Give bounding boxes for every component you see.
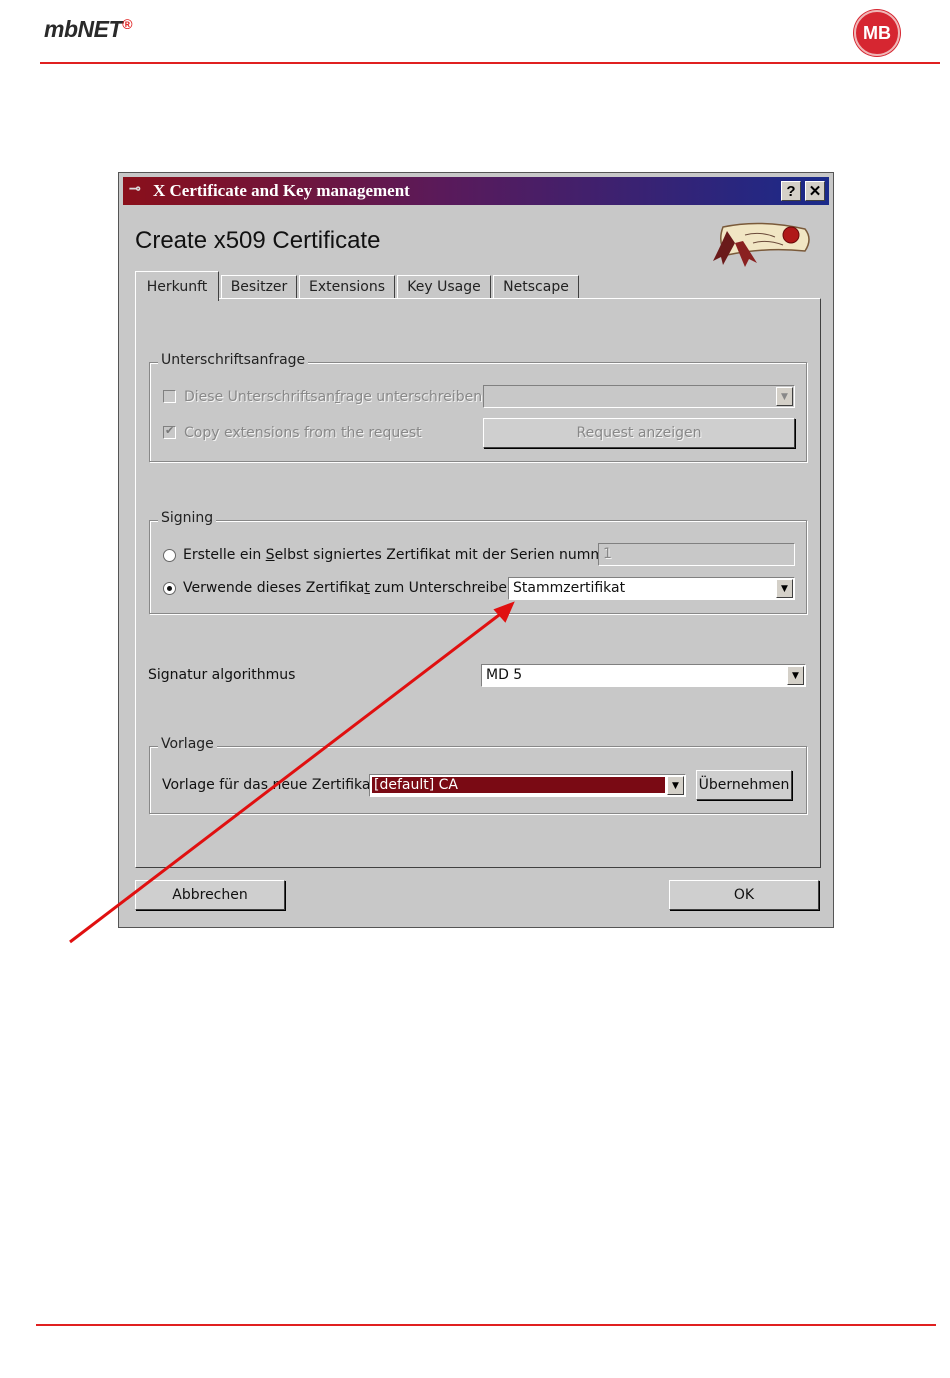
chevron-down-icon[interactable]: ▼	[776, 579, 793, 598]
use-cert-label: Verwende dieses Zertifikat zum Unterschr…	[183, 580, 516, 596]
tab-key-usage[interactable]: Key Usage	[397, 275, 491, 299]
use-cert-label-prefix: Verwende dieses Zertifika	[183, 580, 365, 596]
request-select[interactable]: ▼	[483, 385, 795, 408]
tab-netscape[interactable]: Netscape	[493, 275, 579, 299]
use-cert-radio[interactable]	[163, 582, 176, 595]
dialog-title: X Certificate and Key management	[153, 181, 410, 200]
signing-cert-value: Stammzertifikat	[513, 580, 626, 596]
ok-button[interactable]: OK	[669, 880, 819, 910]
algorithm-select[interactable]: MD 5 ▼	[481, 664, 806, 687]
mb-badge-logo: MB	[854, 10, 900, 56]
dialog-heading: Create x509 Certificate	[135, 227, 381, 254]
certificate-dialog: ⊸ X Certificate and Key management ? ✕ C…	[118, 172, 834, 928]
logo-mark: ®	[122, 16, 132, 32]
request-group-label: Unterschriftsanfrage	[158, 352, 309, 368]
dialog-titlebar[interactable]: ⊸ X Certificate and Key management ? ✕	[123, 177, 829, 205]
tab-extensions[interactable]: Extensions	[299, 275, 395, 299]
serial-number-value: 1	[603, 546, 612, 562]
checkmark-icon: ✔	[165, 424, 175, 437]
footer-rule	[36, 1324, 936, 1326]
sign-request-label-prefix: Diese Unterschriftsan	[184, 389, 336, 405]
close-button[interactable]: ✕	[805, 181, 825, 201]
show-request-button[interactable]: Request anzeigen	[483, 418, 795, 448]
use-cert-label-suffix: zum Unterschreiben	[369, 580, 516, 596]
sign-request-label: Diese Unterschriftsanfrage unterschreibe…	[184, 389, 482, 405]
apply-template-button[interactable]: Übernehmen	[696, 770, 792, 800]
self-signed-label-prefix: Erstelle ein	[183, 547, 266, 563]
copy-extensions-label: Copy extensions from the request	[184, 425, 422, 441]
mbnet-logo: mbNET®	[44, 16, 132, 43]
key-icon: ⊸	[129, 182, 141, 197]
serial-number-input[interactable]: 1	[598, 543, 795, 566]
cancel-button[interactable]: Abbrechen	[135, 880, 285, 910]
sign-request-label-suffix: rage unterschreiben	[339, 389, 483, 405]
template-label: Vorlage für das neue Zertifikat	[162, 777, 376, 793]
radio-dot-icon	[167, 586, 172, 591]
algorithm-value: MD 5	[486, 667, 523, 683]
request-group: Unterschriftsanfrage Diese Unterschrifts…	[149, 352, 807, 462]
chevron-down-icon[interactable]: ▼	[667, 776, 684, 795]
tab-besitzer[interactable]: Besitzer	[221, 275, 297, 299]
help-button[interactable]: ?	[781, 181, 801, 201]
self-signed-label-suffix: elbst signiertes Zertifikat mit der Seri…	[274, 547, 619, 563]
template-group: Vorlage Vorlage für das neue Zertifikat …	[149, 736, 807, 814]
certificate-seal-icon	[713, 222, 810, 267]
chevron-down-icon[interactable]: ▼	[776, 387, 793, 406]
signing-group-label: Signing	[158, 510, 217, 526]
signing-cert-select[interactable]: Stammzertifikat ▼	[508, 577, 795, 600]
chevron-down-icon[interactable]: ▼	[787, 666, 804, 685]
tab-herkunft[interactable]: Herkunft	[135, 271, 219, 301]
self-signed-label-hotkey: S	[265, 547, 275, 563]
signing-group: Signing Erstelle ein Selbst signiertes Z…	[149, 510, 807, 614]
self-signed-radio[interactable]	[163, 549, 176, 562]
header-rule	[40, 62, 940, 64]
copy-extensions-checkbox[interactable]: ✔	[163, 424, 176, 439]
logo-text: mbNET	[44, 16, 123, 42]
algorithm-label: Signatur algorithmus	[148, 667, 296, 683]
sign-request-checkbox[interactable]	[163, 390, 176, 403]
template-select[interactable]: [default] CA ▼	[369, 774, 686, 797]
self-signed-label: Erstelle ein Selbst signiertes Zertifika…	[183, 547, 618, 563]
template-group-label: Vorlage	[158, 736, 217, 752]
template-value: [default] CA	[372, 777, 665, 793]
